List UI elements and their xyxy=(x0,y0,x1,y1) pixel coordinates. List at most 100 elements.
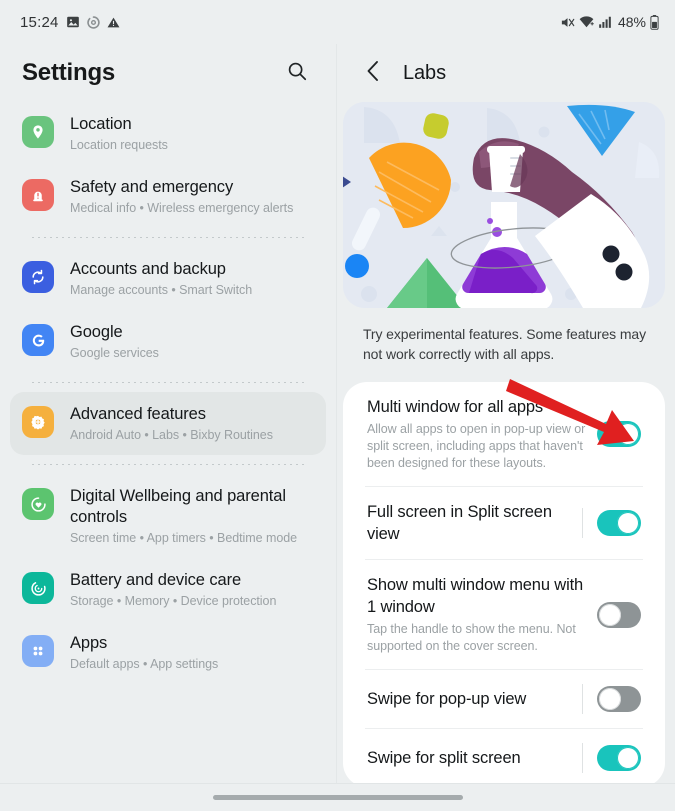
vertical-divider xyxy=(582,743,583,773)
sidebar-item-safety-and-emergency[interactable]: Safety and emergency Medical info • Wire… xyxy=(10,165,326,228)
toggle-area xyxy=(582,743,651,773)
status-bar-right: 48% xyxy=(560,14,659,30)
setting-subtitle: Tap the handle to show the menu. Not sup… xyxy=(367,622,576,653)
search-button[interactable] xyxy=(280,56,314,90)
toggle-knob xyxy=(599,603,621,626)
sidebar-item-text: Advanced features Android Auto • Labs • … xyxy=(70,403,273,444)
setting-title: Show multi window menu with 1 window xyxy=(367,576,584,616)
swipe-for-pop-up-view-toggle[interactable] xyxy=(597,686,641,712)
back-chevron-icon xyxy=(365,59,381,88)
setting-title: Multi window for all apps xyxy=(367,398,543,416)
google-g-icon xyxy=(22,324,54,356)
setting-full-screen-in-split-screen-view[interactable]: Full screen in Split screen view xyxy=(343,487,665,559)
battery-percent: 48% xyxy=(617,14,646,30)
battery-icon xyxy=(650,14,659,30)
toggle-knob xyxy=(617,512,639,534)
sidebar-item-google[interactable]: Google Google services xyxy=(10,310,326,373)
warning-icon xyxy=(107,16,120,29)
split-layout: Settings Location Location requests Safe… xyxy=(0,44,675,783)
setting-text: Full screen in Split screen view xyxy=(367,501,572,545)
toggle-knob xyxy=(617,747,639,769)
page-title: Settings xyxy=(22,59,116,86)
labs-illustration-banner xyxy=(343,102,665,308)
sidebar-item-text: Google Google services xyxy=(70,321,159,362)
vertical-divider xyxy=(582,508,583,538)
sidebar-item-text: Digital Wellbeing and parental controls … xyxy=(70,485,314,547)
sidebar-item-text: Battery and device care Storage • Memory… xyxy=(70,569,276,610)
search-icon xyxy=(286,60,308,87)
setting-swipe-for-split-screen[interactable]: Swipe for split screen xyxy=(343,729,665,783)
sidebar-item-title: Advanced features xyxy=(70,405,206,423)
image-icon xyxy=(66,15,80,29)
sidebar-item-title: Google xyxy=(70,323,123,341)
divider xyxy=(32,237,304,238)
sidebar-item-digital-wellbeing[interactable]: Digital Wellbeing and parental controls … xyxy=(10,474,326,558)
sidebar-item-text: Accounts and backup Manage accounts • Sm… xyxy=(70,258,252,299)
setting-subtitle: Allow all apps to open in pop-up view or… xyxy=(367,422,586,470)
sidebar-item-accounts-and-backup[interactable]: Accounts and backup Manage accounts • Sm… xyxy=(10,247,326,310)
detail-header: Labs xyxy=(337,44,675,102)
apps-grid-icon xyxy=(22,635,54,667)
setting-show-multi-window-menu-with-1-window[interactable]: Show multi window menu with 1 window Tap… xyxy=(343,560,665,669)
setting-text: Swipe for pop-up view xyxy=(367,688,572,710)
full-screen-in-split-screen-view-toggle[interactable] xyxy=(597,510,641,536)
sidebar-item-advanced-features[interactable]: Advanced features Android Auto • Labs • … xyxy=(10,392,326,455)
labs-detail-pane: Labs Try experimental features. Some fea… xyxy=(336,44,675,783)
labs-settings-card: Multi window for all apps Allow all apps… xyxy=(343,382,665,783)
sidebar-item-apps[interactable]: Apps Default apps • App settings xyxy=(10,621,326,684)
phone-screen: 15:24 48% Settings Location Location req… xyxy=(0,0,675,811)
sidebar-item-subtitle: Android Auto • Labs • Bixby Routines xyxy=(70,428,273,442)
setting-text: Show multi window menu with 1 window Tap… xyxy=(367,574,587,655)
signal-icon xyxy=(598,15,612,29)
sidebar-item-title: Location xyxy=(70,115,132,133)
vertical-divider xyxy=(582,684,583,714)
divider xyxy=(32,382,304,383)
sidebar-item-text: Apps Default apps • App settings xyxy=(70,632,218,673)
settings-spinner-icon xyxy=(86,15,100,29)
status-time: 15:24 xyxy=(20,13,59,31)
sidebar-item-subtitle: Manage accounts • Smart Switch xyxy=(70,283,253,297)
sidebar-item-title: Apps xyxy=(70,634,108,652)
setting-multi-window-for-all-apps[interactable]: Multi window for all apps Allow all apps… xyxy=(343,382,665,486)
toggle-area xyxy=(597,601,651,628)
setting-swipe-for-pop-up-view[interactable]: Swipe for pop-up view xyxy=(343,670,665,728)
sidebar-item-title: Battery and device care xyxy=(70,571,242,589)
status-bar: 15:24 48% xyxy=(0,0,675,44)
sidebar-item-subtitle: Medical info • Wireless emergency alerts xyxy=(70,201,294,215)
location-pin-icon xyxy=(22,116,54,148)
gear-icon xyxy=(22,406,54,438)
detail-title: Labs xyxy=(403,61,446,84)
gesture-nav-bar xyxy=(0,783,675,811)
safety-emergency-icon xyxy=(22,179,54,211)
toggle-knob xyxy=(599,688,621,710)
sync-icon xyxy=(22,261,54,293)
wifi-icon xyxy=(579,15,594,30)
labs-description: Try experimental features. Some features… xyxy=(363,326,646,362)
home-gesture-pill[interactable] xyxy=(212,795,463,800)
settings-sidebar: Settings Location Location requests Safe… xyxy=(0,44,336,783)
toggle-knob xyxy=(617,423,639,445)
mute-icon xyxy=(560,15,575,30)
multi-window-for-all-apps-toggle[interactable] xyxy=(597,421,641,447)
swipe-for-split-screen-toggle[interactable] xyxy=(597,745,641,771)
divider xyxy=(32,464,304,465)
lab-beaker-flask-illustration xyxy=(343,102,665,308)
sidebar-item-subtitle: Screen time • App timers • Bedtime mode xyxy=(70,531,298,545)
sidebar-item-text: Location Location requests xyxy=(70,113,168,154)
sidebar-item-location[interactable]: Location Location requests xyxy=(10,102,326,165)
toggle-area xyxy=(597,421,651,447)
status-bar-left: 15:24 xyxy=(20,14,120,31)
sidebar-item-battery-and-device-care[interactable]: Battery and device care Storage • Memory… xyxy=(10,558,326,621)
show-multi-window-menu-toggle[interactable] xyxy=(597,601,641,628)
toggle-area xyxy=(582,508,651,538)
setting-title: Swipe for pop-up view xyxy=(367,690,527,708)
back-button[interactable] xyxy=(361,58,385,88)
setting-text: Multi window for all apps Allow all apps… xyxy=(367,396,587,472)
toggle-area xyxy=(582,684,651,714)
sidebar-item-title: Accounts and backup xyxy=(70,260,226,278)
setting-text: Swipe for split screen xyxy=(367,747,572,769)
sidebar-item-subtitle: Google services xyxy=(70,346,159,360)
sidebar-header: Settings xyxy=(0,44,336,102)
sidebar-item-subtitle: Storage • Memory • Device protection xyxy=(70,594,277,608)
sidebar-item-title: Safety and emergency xyxy=(70,178,234,196)
